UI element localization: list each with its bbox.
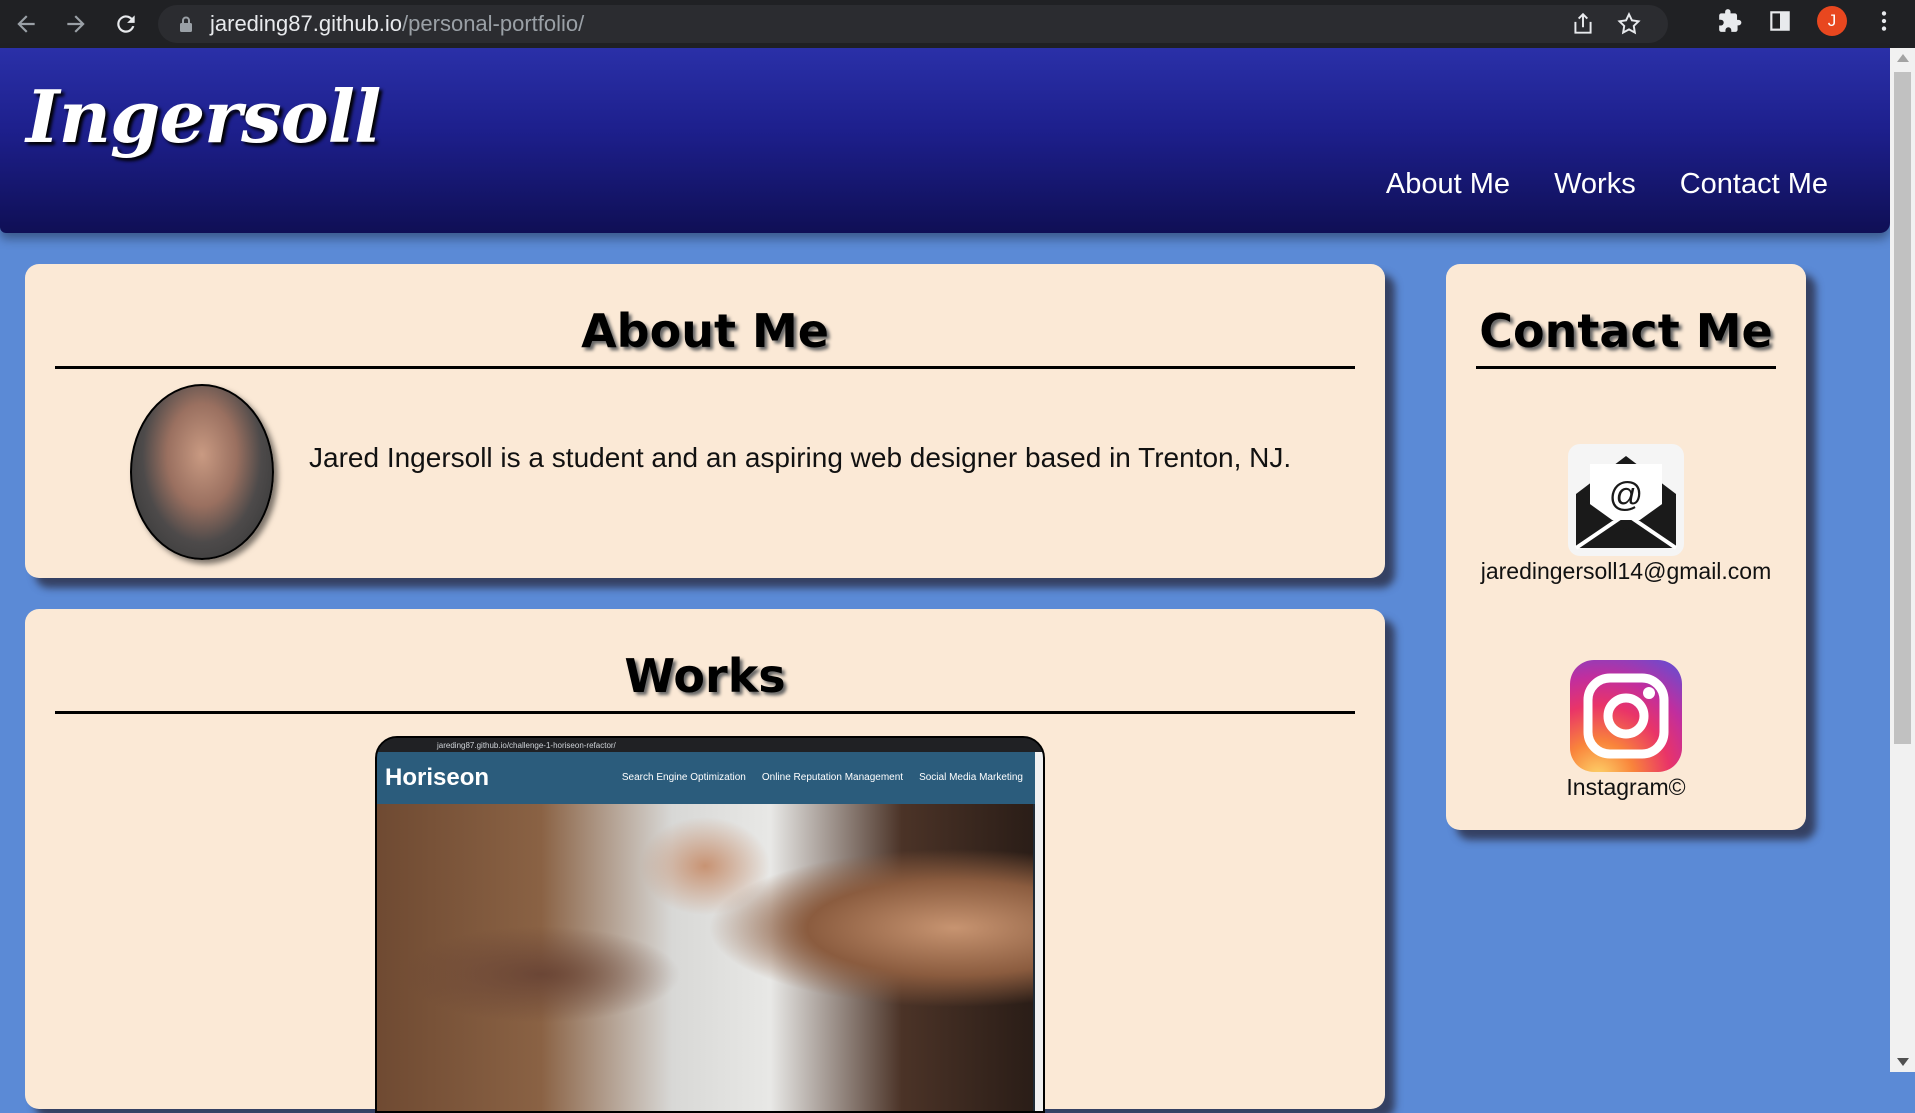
forward-button[interactable] bbox=[58, 6, 94, 42]
page-scrollbar[interactable] bbox=[1890, 48, 1915, 1072]
star-icon[interactable] bbox=[1616, 11, 1642, 37]
main-nav: About Me Works Contact Me bbox=[1386, 168, 1828, 201]
about-divider bbox=[55, 366, 1355, 369]
url-text: jareding87.github.io/personal-portfolio/ bbox=[210, 11, 584, 37]
side-panel-icon[interactable] bbox=[1767, 8, 1793, 34]
preview-header: Horiseon Search Engine Optimization Onli… bbox=[377, 752, 1043, 804]
works-divider bbox=[55, 711, 1355, 714]
forward-icon bbox=[67, 15, 85, 33]
preview-hero-image bbox=[377, 804, 1033, 1111]
browser-toolbar: jareding87.github.io/personal-portfolio/… bbox=[0, 0, 1915, 48]
reload-button[interactable] bbox=[108, 6, 144, 42]
works-title: Works bbox=[624, 649, 786, 703]
preview-browser-bar: jareding87.github.io/challenge-1-horiseo… bbox=[377, 738, 1043, 752]
menu-icon[interactable] bbox=[1871, 8, 1897, 34]
url-path: /personal-portfolio/ bbox=[402, 11, 585, 36]
reload-icon bbox=[117, 15, 135, 33]
preview-nav-item: Online Reputation Management bbox=[761, 772, 904, 783]
about-section: About Me Jared Ingersoll is a student an… bbox=[25, 264, 1385, 578]
preview-nav-item: Social Media Marketing bbox=[919, 772, 1023, 783]
mail-icon[interactable]: @ bbox=[1568, 444, 1684, 556]
nav-works[interactable]: Works bbox=[1554, 168, 1636, 201]
nav-contact-me[interactable]: Contact Me bbox=[1680, 168, 1828, 201]
works-section: Works jareding87.github.io/challenge-1-h… bbox=[25, 609, 1385, 1113]
back-button[interactable] bbox=[8, 6, 44, 42]
preview-scrollbar bbox=[1035, 752, 1043, 1111]
address-bar[interactable]: jareding87.github.io/personal-portfolio/ bbox=[158, 5, 1668, 43]
svg-text:@: @ bbox=[1609, 476, 1644, 514]
instagram-link[interactable]: Instagram© bbox=[1446, 774, 1806, 801]
contact-divider bbox=[1476, 366, 1776, 369]
preview-nav-item: Search Engine Optimization bbox=[621, 772, 746, 783]
preview-nav: Search Engine Optimization Online Reputa… bbox=[622, 772, 1023, 783]
nav-about-me[interactable]: About Me bbox=[1386, 168, 1510, 201]
back-icon bbox=[17, 15, 35, 33]
extensions-icon[interactable] bbox=[1717, 8, 1743, 34]
work-preview-horiseon[interactable]: jareding87.github.io/challenge-1-horiseo… bbox=[375, 736, 1045, 1113]
lock-icon bbox=[180, 16, 192, 32]
contact-section: Contact Me @ jaredingersoll14@gmail.com … bbox=[1446, 264, 1806, 830]
instagram-glyph bbox=[1583, 673, 1669, 759]
about-title: About Me bbox=[581, 304, 829, 358]
profile-photo bbox=[130, 384, 274, 560]
instagram-icon[interactable] bbox=[1570, 660, 1682, 772]
preview-url: jareding87.github.io/challenge-1-horiseo… bbox=[437, 740, 616, 750]
scroll-down-arrow[interactable] bbox=[1897, 1058, 1909, 1066]
scroll-up-arrow[interactable] bbox=[1897, 54, 1909, 62]
scroll-thumb[interactable] bbox=[1894, 72, 1911, 744]
profile-avatar[interactable]: J bbox=[1817, 6, 1847, 36]
about-text: Jared Ingersoll is a student and an aspi… bbox=[309, 442, 1292, 473]
site-logo: Ingersoll bbox=[26, 74, 381, 159]
url-host: jareding87.github.io bbox=[210, 11, 403, 36]
site-header: Ingersoll About Me Works Contact Me bbox=[0, 48, 1890, 233]
share-icon[interactable] bbox=[1570, 11, 1596, 37]
email-link[interactable]: jaredingersoll14@gmail.com bbox=[1446, 558, 1806, 585]
preview-logo: Horiseon bbox=[385, 764, 490, 791]
contact-title: Contact Me bbox=[1479, 304, 1773, 358]
